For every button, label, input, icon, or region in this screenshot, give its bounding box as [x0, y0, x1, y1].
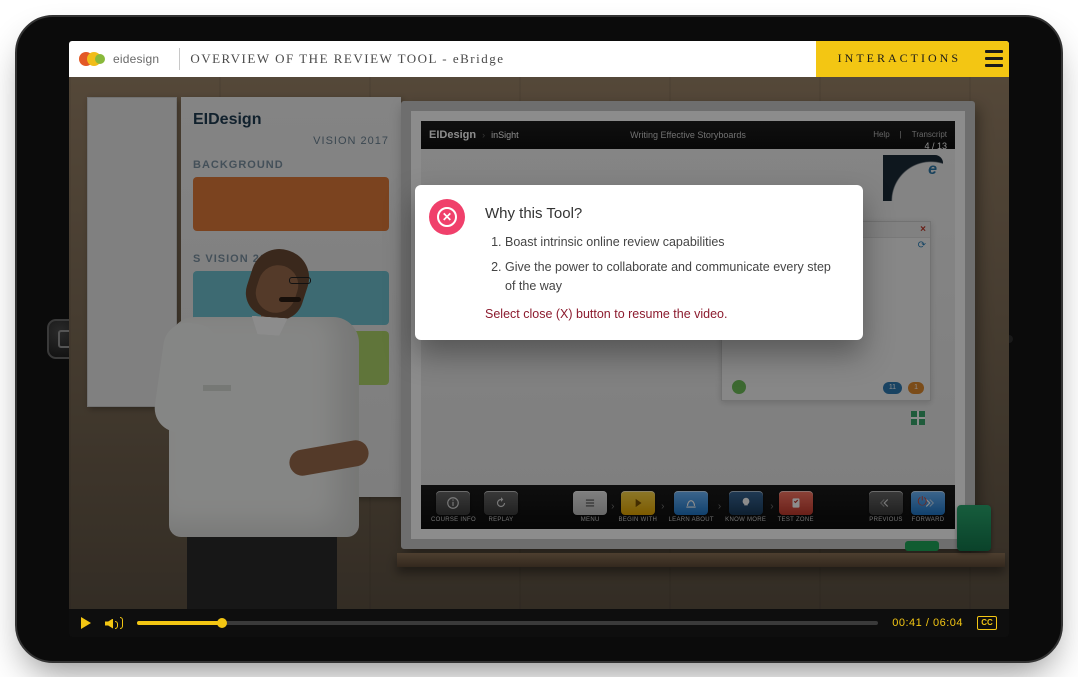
app-screen: eidesign OVERVIEW OF THE REVIEW TOOL - e…	[69, 41, 1009, 637]
nav-learn-about[interactable]: LEARN ABOUT	[669, 491, 714, 523]
side-panel-footer: 11 1	[722, 376, 930, 400]
popup-item-1: Boast intrinsic online review capabiliti…	[505, 233, 841, 252]
projected-logo-corner-icon	[883, 155, 943, 201]
poster-block	[193, 177, 389, 231]
side-panel-count-a[interactable]: 11	[883, 382, 902, 394]
presenter-figure	[139, 245, 369, 609]
popup-resume-instruction: Select close (X) button to resume the vi…	[485, 305, 841, 324]
video-controls: 00:41 / 06:04 CC	[69, 609, 1009, 637]
whiteboard-shelf	[397, 553, 1005, 567]
app-header: eidesign OVERVIEW OF THE REVIEW TOOL - e…	[69, 41, 1009, 77]
side-panel-count-b[interactable]: 1	[908, 382, 924, 394]
brand-logo[interactable]: eidesign	[69, 49, 169, 69]
interactions-button[interactable]: INTERACTIONS	[816, 41, 983, 77]
poster-background-heading: BACKGROUND	[193, 159, 389, 171]
logo-mark-icon	[79, 49, 107, 69]
projected-brand-a: EIDesign	[429, 129, 476, 141]
popup-title: Why this Tool?	[485, 203, 841, 226]
popup-close-button[interactable]: ✕	[429, 199, 465, 235]
tablet-frame: eidesign OVERVIEW OF THE REVIEW TOOL - e…	[15, 15, 1063, 663]
seek-thumb[interactable]	[217, 618, 227, 628]
projected-transcript-link[interactable]: Transcript	[912, 130, 947, 139]
info-popup: ✕ Why this Tool? Boast intrinsic online …	[415, 185, 863, 341]
poster-brand: EIDesign	[193, 111, 389, 129]
popup-item-2: Give the power to collaborate and commun…	[505, 258, 841, 296]
whiteboard-eraser	[905, 541, 939, 551]
nav-previous[interactable]: PREVIOUS	[869, 491, 903, 523]
play-button[interactable]	[81, 617, 91, 629]
projected-brand-b: inSight	[491, 130, 519, 140]
projected-help-link[interactable]: Help	[873, 130, 889, 139]
speaker-icon	[105, 619, 113, 629]
volume-button[interactable]	[105, 617, 123, 629]
desk-mug	[957, 505, 991, 551]
time-display: 00:41 / 06:04	[892, 617, 963, 629]
projected-bottom-nav: COURSE INFO REPLAY MENU	[421, 485, 955, 529]
projected-header: EIDesign › inSight Writing Effective Sto…	[421, 121, 955, 149]
side-panel-power-icon[interactable]: ⏻	[918, 494, 928, 509]
page-title: OVERVIEW OF THE REVIEW TOOL - eBridge	[190, 51, 815, 67]
cc-button[interactable]: CC	[977, 616, 997, 630]
header-divider	[179, 48, 180, 70]
close-icon: ✕	[437, 207, 457, 227]
nav-know-more[interactable]: KNOW MORE	[725, 491, 766, 523]
nav-replay[interactable]: REPLAY	[484, 491, 518, 523]
seek-bar[interactable]	[137, 621, 878, 625]
seek-progress	[137, 621, 222, 625]
time-current: 00:41	[892, 617, 922, 629]
logo-text: eidesign	[113, 52, 159, 66]
nav-menu[interactable]: MENU	[573, 491, 607, 523]
menu-icon[interactable]	[983, 41, 1009, 77]
time-duration: 06:04	[933, 617, 963, 629]
video-viewport: EIDesign VISION 2017 BACKGROUND S VISION…	[69, 77, 1009, 609]
side-panel-refresh-icon[interactable]: ⟳	[918, 240, 926, 251]
side-panel-close-icon[interactable]: ×	[920, 224, 926, 235]
projected-lesson-title: Writing Effective Storyboards	[630, 130, 746, 140]
popup-list: Boast intrinsic online review capabiliti…	[501, 233, 841, 295]
side-panel-grid-icon[interactable]	[911, 411, 925, 425]
poster-vision: VISION 2017	[193, 135, 389, 147]
nav-forward[interactable]: FORWARD	[911, 491, 945, 523]
nav-test-zone[interactable]: TEST ZONE	[778, 491, 814, 523]
nav-course-info[interactable]: COURSE INFO	[431, 491, 476, 523]
nav-begin-with[interactable]: BEGIN WITH	[619, 491, 658, 523]
